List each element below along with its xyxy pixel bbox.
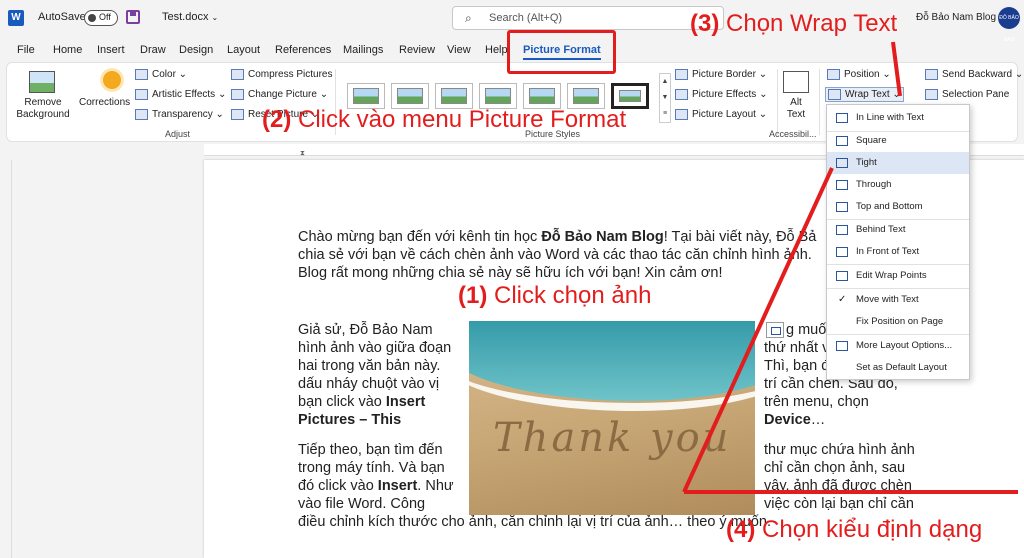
arrow-to-tight-option [682,167,834,493]
step-number: (1) [458,282,488,309]
step-number: (3) [690,10,720,37]
annotation-step-1: (1) Click chọn ảnh [458,282,651,310]
step-number: (4) [726,516,756,543]
step-text: Click vào menu Picture Format [291,106,627,133]
annotation-arrows [682,41,1018,494]
annotation-step-2: (2) Click vào menu Picture Format [262,106,626,134]
step-number: (2) [262,106,292,133]
step-text: Chọn kiểu định dạng [755,516,983,543]
annotation-step-3: (3) Chọn Wrap Text [690,10,897,38]
annotation-step-4: (4) Chọn kiểu định dạng [726,516,982,544]
step-text: Chọn Wrap Text [719,10,898,37]
arrow-to-wrap-text [891,41,902,97]
step-text: Click chọn ảnh [487,282,652,309]
